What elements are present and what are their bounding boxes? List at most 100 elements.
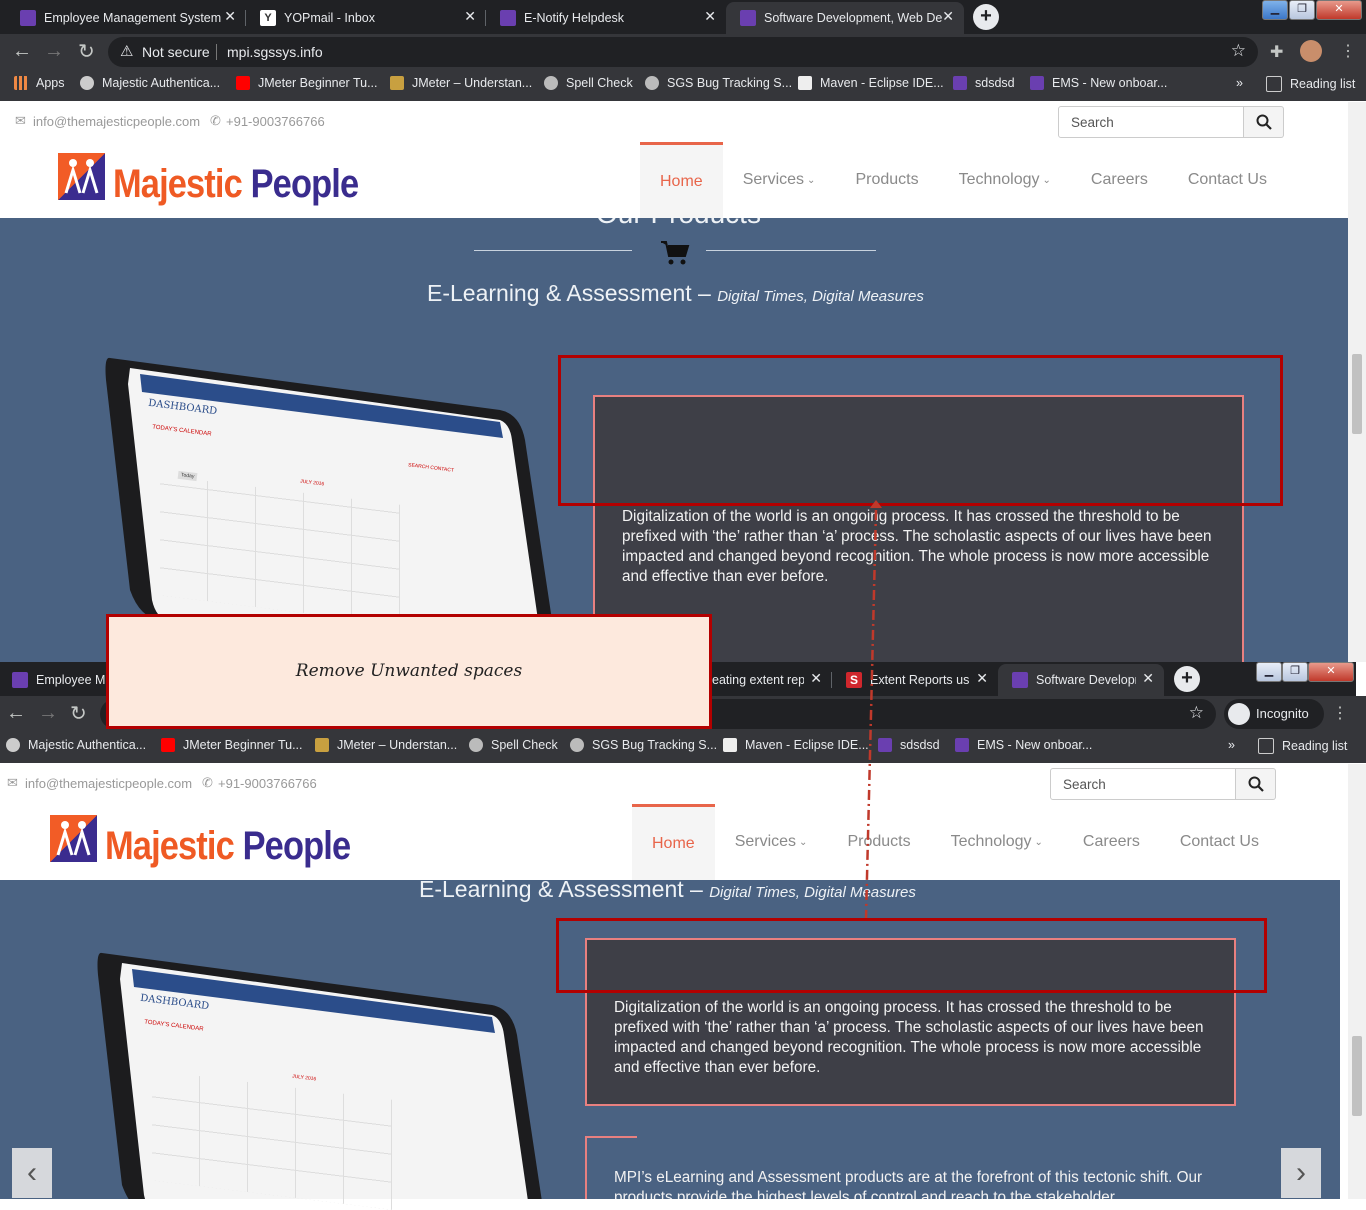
bookmark-maven[interactable]: Maven - Eclipse IDE...: [798, 76, 944, 90]
bookmark-majestic-auth[interactable]: Majestic Authentica...: [6, 738, 146, 752]
envelope-icon: ✉: [7, 775, 18, 790]
email-link[interactable]: info@themajesticpeople.com: [25, 776, 192, 791]
close-window-button[interactable]: ✕: [1308, 662, 1354, 682]
bottom-tab-1[interactable]: Employee Ma: [0, 664, 110, 696]
bookmark-apps[interactable]: Apps: [14, 76, 65, 90]
search-input[interactable]: Search: [1058, 106, 1244, 138]
more-bookmarks-button[interactable]: »: [1228, 738, 1235, 752]
profile-avatar[interactable]: [1300, 40, 1322, 62]
bookmark-maven[interactable]: Maven - Eclipse IDE...: [723, 738, 869, 752]
top-tab-3[interactable]: E-Notify Helpdesk ✕: [486, 2, 726, 34]
search-button[interactable]: [1244, 106, 1284, 138]
menu-home[interactable]: Home: [632, 804, 715, 880]
top-scrollbar[interactable]: [1348, 102, 1366, 662]
close-tab-icon[interactable]: ✕: [464, 8, 476, 25]
forward-icon[interactable]: →: [38, 702, 58, 725]
bookmark-sdsdsd[interactable]: sdsdsd: [878, 738, 940, 752]
carousel-prev-button[interactable]: ‹: [12, 1148, 52, 1198]
restore-button[interactable]: ❐: [1289, 0, 1315, 20]
minimize-button[interactable]: ▁: [1262, 0, 1288, 20]
carousel-next-button[interactable]: ›: [1281, 1148, 1321, 1198]
close-tab-icon[interactable]: ✕: [1142, 670, 1154, 687]
bookmark-sdsdsd[interactable]: sdsdsd: [953, 76, 1015, 90]
bottom-tab-3[interactable]: S Extent Reports usin ✕: [832, 664, 998, 696]
bookmark-jmeter-understand[interactable]: JMeter – Understan...: [390, 76, 532, 90]
menu-technology[interactable]: Technology ⌄: [939, 142, 1071, 218]
bookmark-jmeter-understand[interactable]: JMeter – Understan...: [315, 738, 457, 752]
bookmark-jmeter-beginner[interactable]: JMeter Beginner Tu...: [161, 738, 303, 752]
laptop-image: DASHBOARD TODAY'S CALENDAR JULY 2016 SEA…: [100, 340, 560, 625]
email-link[interactable]: info@themajesticpeople.com: [33, 114, 200, 129]
minimize-button[interactable]: ▁: [1256, 662, 1282, 682]
back-icon[interactable]: ←: [6, 702, 26, 725]
new-tab-button[interactable]: +: [1174, 666, 1200, 692]
phone-icon: ✆: [202, 775, 213, 790]
top-tab-1[interactable]: Employee Management System ✕: [6, 2, 246, 34]
close-tab-icon[interactable]: ✕: [810, 670, 822, 687]
menu-contact[interactable]: Contact Us: [1160, 804, 1279, 880]
new-tab-button[interactable]: +: [973, 4, 999, 30]
mpi-favicon-icon: [740, 10, 756, 26]
reload-icon[interactable]: ↻: [78, 39, 95, 64]
menu-home[interactable]: Home: [640, 142, 723, 218]
globe-icon: [645, 76, 659, 90]
bottom-tab-2[interactable]: eating extent rep ✕: [710, 664, 832, 696]
reading-list-button[interactable]: Reading list: [1266, 76, 1355, 92]
bookmark-sgs-bug[interactable]: SGS Bug Tracking S...: [645, 76, 792, 90]
bottom-scrollbar[interactable]: [1348, 764, 1366, 1199]
tab-title: Employee Management System: [44, 11, 222, 25]
close-window-button[interactable]: ✕: [1316, 0, 1362, 20]
menu-products[interactable]: Products: [827, 804, 930, 880]
logo-text[interactable]: Majestic People: [113, 162, 359, 207]
close-tab-icon[interactable]: ✕: [942, 8, 954, 25]
address-bar[interactable]: ⚠ Not secure mpi.sgssys.info ☆: [108, 37, 1258, 67]
close-tab-icon[interactable]: ✕: [976, 670, 988, 687]
bookmark-jmeter-beginner[interactable]: JMeter Beginner Tu...: [236, 76, 378, 90]
scroll-thumb[interactable]: [1352, 1036, 1362, 1116]
top-tab-4[interactable]: Software Development, Web Dev ✕: [726, 2, 964, 34]
product-title: E-Learning & Assessment – Digital Times,…: [427, 280, 924, 307]
incognito-badge[interactable]: Incognito: [1224, 699, 1324, 729]
bookmark-star-icon[interactable]: ☆: [1189, 703, 1204, 723]
bottom-tab-4[interactable]: Software Developm ✕: [998, 664, 1164, 696]
forward-icon[interactable]: →: [44, 40, 64, 63]
close-tab-icon[interactable]: ✕: [704, 8, 716, 25]
envelope-icon: ✉: [15, 113, 26, 128]
menu-label: Services: [742, 171, 805, 188]
menu-products[interactable]: Products: [835, 142, 938, 218]
product-subtitle: Digital Times, Digital Measures: [717, 288, 924, 305]
menu-careers[interactable]: Careers: [1063, 804, 1160, 880]
bookmark-label: Spell Check: [491, 738, 558, 752]
back-icon[interactable]: ←: [12, 40, 32, 63]
majestic-people-logo-icon[interactable]: [50, 815, 97, 862]
menu-services[interactable]: Services ⌄: [723, 142, 836, 218]
close-tab-icon[interactable]: ✕: [224, 8, 236, 25]
top-tab-strip: Employee Management System ✕ Y YOPmail -…: [0, 0, 1366, 34]
reading-list-button[interactable]: Reading list: [1258, 738, 1347, 754]
bookmark-ems[interactable]: EMS - New onboar...: [955, 738, 1092, 752]
extensions-icon[interactable]: ✚: [1270, 42, 1283, 62]
menu-careers[interactable]: Careers: [1071, 142, 1168, 218]
bookmark-ems[interactable]: EMS - New onboar...: [1030, 76, 1167, 90]
menu-technology[interactable]: Technology ⌄: [931, 804, 1063, 880]
menu-services[interactable]: Services ⌄: [715, 804, 828, 880]
bookmark-majestic-auth[interactable]: Majestic Authentica...: [80, 76, 220, 90]
menu-contact[interactable]: Contact Us: [1168, 142, 1287, 218]
menu-dots-icon[interactable]: ⋮: [1340, 41, 1356, 61]
bookmark-spell-check[interactable]: Spell Check: [469, 738, 558, 752]
more-bookmarks-button[interactable]: »: [1236, 76, 1243, 90]
bookmark-label: SGS Bug Tracking S...: [592, 738, 718, 752]
menu-dots-icon[interactable]: ⋮: [1332, 703, 1348, 723]
reload-icon[interactable]: ↻: [70, 701, 87, 726]
search-button[interactable]: [1236, 768, 1276, 800]
restore-button[interactable]: ❐: [1282, 662, 1308, 682]
search-input[interactable]: Search: [1050, 768, 1236, 800]
scroll-thumb[interactable]: [1352, 354, 1362, 434]
logo-text[interactable]: Majestic People: [105, 824, 351, 869]
majestic-people-logo-icon[interactable]: [58, 153, 105, 200]
bookmark-star-icon[interactable]: ☆: [1231, 41, 1246, 61]
top-contact-bar: ✉ info@themajesticpeople.com ✆ +91-90037…: [0, 102, 1348, 143]
bookmark-spell-check[interactable]: Spell Check: [544, 76, 633, 90]
bookmark-sgs-bug[interactable]: SGS Bug Tracking S...: [570, 738, 717, 752]
top-tab-2[interactable]: Y YOPmail - Inbox ✕: [246, 2, 486, 34]
